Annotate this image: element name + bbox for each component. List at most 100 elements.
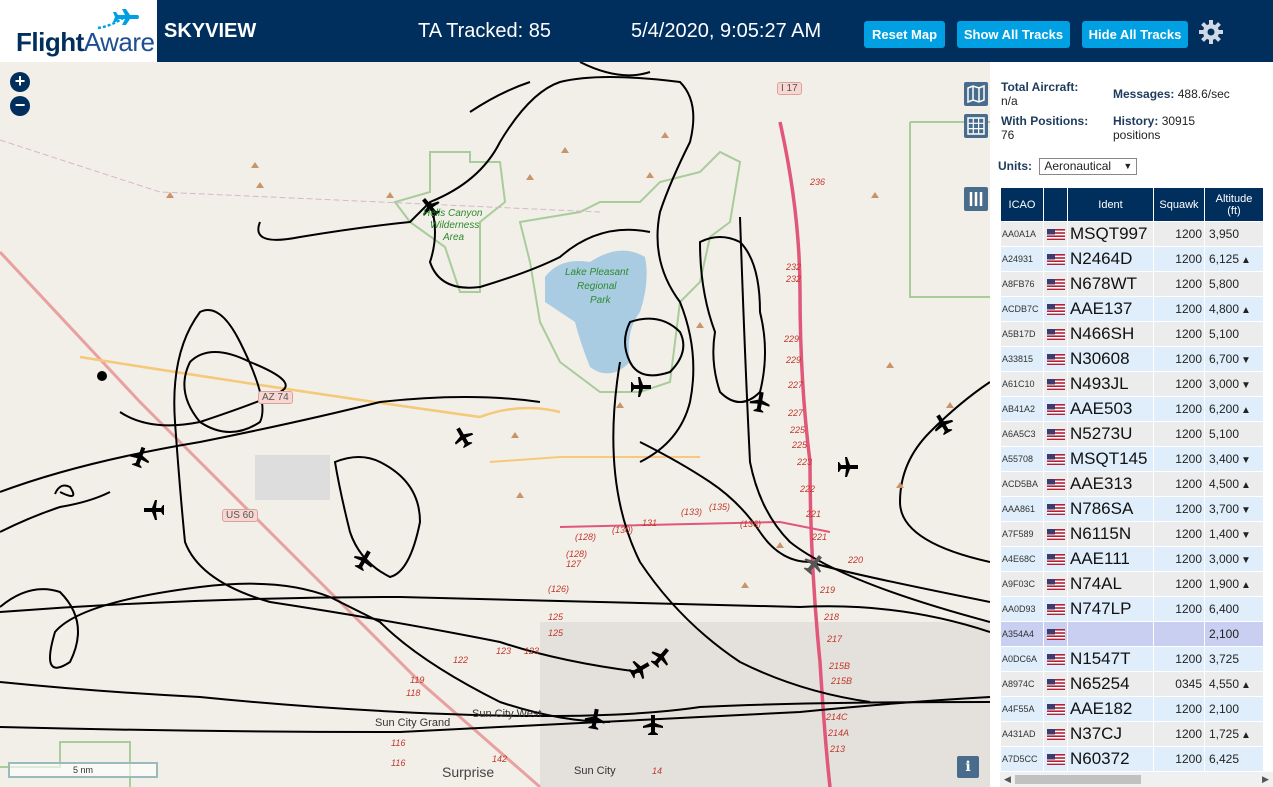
cell-flag — [1043, 346, 1068, 372]
cell-altitude: 5,800 — [1204, 271, 1264, 297]
aircraft-panel: Total Aircraft: n/a With Positions: 76 Mes… — [990, 62, 1273, 787]
cell-ident: N493JL — [1067, 371, 1154, 397]
reset-map-button[interactable]: Reset Map — [864, 21, 945, 48]
table-row[interactable]: AB41A2 AAE503 1200 6,200 ▲ — [1000, 396, 1264, 422]
scroll-left-icon[interactable]: ◀ — [1004, 772, 1011, 787]
units-select[interactable]: Aeronautical ▼ — [1039, 158, 1138, 175]
cell-icao: AA0A1A — [1000, 221, 1044, 247]
scroll-thumb[interactable] — [1015, 775, 1141, 784]
table-row[interactable]: ACD5BA AAE313 1200 4,500 ▲ — [1000, 471, 1264, 497]
table-row[interactable]: A61C10 N493JL 1200 3,000 ▼ — [1000, 371, 1264, 397]
info-button[interactable]: i — [957, 756, 979, 778]
altitude-trend-icon: ▲ — [1241, 405, 1251, 416]
table-row[interactable]: A431AD N37CJ 1200 1,725 ▲ — [1000, 721, 1264, 747]
column-altitude[interactable]: Altitude (ft) — [1204, 187, 1264, 222]
zoom-out-button[interactable]: − — [10, 96, 30, 116]
road-number: 116 — [391, 758, 406, 768]
cell-ident: MSQT997 — [1067, 221, 1154, 247]
table-row[interactable]: ACDB7C AAE137 1200 4,800 ▲ — [1000, 296, 1264, 322]
cell-altitude: 3,700 ▼ — [1204, 496, 1264, 522]
road-number: (128) — [575, 532, 597, 542]
cell-icao: ACDB7C — [1000, 296, 1044, 322]
cell-flag — [1043, 221, 1068, 247]
altitude-trend-icon: ▲ — [1241, 730, 1251, 741]
cell-squawk: 1200 — [1153, 496, 1205, 522]
gear-icon[interactable] — [1198, 19, 1224, 45]
us-flag-icon — [1046, 254, 1065, 266]
cell-squawk: 1200 — [1153, 696, 1205, 722]
scroll-right-icon[interactable]: ▶ — [1262, 772, 1269, 787]
cell-squawk: 1200 — [1153, 646, 1205, 672]
clock: 5/4/2020, 9:05:27 AM — [631, 20, 822, 42]
cell-ident: N60372 — [1067, 746, 1154, 772]
cell-flag — [1043, 721, 1068, 747]
table-row[interactable]: A7F589 N6115N 1200 1,400 ▼ — [1000, 521, 1264, 547]
table-row[interactable]: A24931 N2464D 1200 6,125 ▲ — [1000, 246, 1264, 272]
road-number: (130) — [612, 525, 634, 535]
column-squawk[interactable]: Squawk — [1153, 187, 1205, 222]
cell-flag — [1043, 471, 1068, 497]
table-row[interactable]: AA0D93 N747LP 1200 6,400 — [1000, 596, 1264, 622]
i17-shield: I 17 — [777, 82, 802, 95]
cell-flag — [1043, 296, 1068, 322]
road-number: 14 — [652, 766, 663, 776]
road-number: 222 — [800, 484, 816, 494]
road-number: 131 — [642, 518, 658, 528]
altitude-trend-icon: ▲ — [1241, 305, 1251, 316]
road-number: 225 — [792, 440, 808, 450]
flightaware-logo[interactable]: FlightAware — [0, 0, 157, 62]
hide-all-tracks-button[interactable]: Hide All Tracks — [1082, 21, 1188, 48]
table-row[interactable]: A6A5C3 N5273U 1200 5,100 — [1000, 421, 1264, 447]
altitude-trend-icon: ▼ — [1241, 455, 1251, 466]
column-icao[interactable]: ICAO — [1000, 187, 1044, 222]
map-layers-icon[interactable] — [964, 82, 988, 106]
label-regional: Regional — [577, 281, 617, 292]
horizontal-scrollbar[interactable]: ◀ ▶ — [1000, 772, 1273, 787]
grid-icon[interactable] — [964, 114, 988, 138]
road-number: (135) — [709, 502, 731, 512]
cell-icao: A5B17D — [1000, 321, 1044, 347]
cell-altitude: 4,500 ▲ — [1204, 471, 1264, 497]
table-row[interactable]: A7D5CC N60372 1200 6,425 — [1000, 746, 1264, 772]
cell-icao: A8FB76 — [1000, 271, 1044, 297]
table-row[interactable]: A0DC6A N1547T 1200 3,725 — [1000, 646, 1264, 672]
road-number: 119 — [410, 675, 425, 685]
boundary-line — [0, 139, 601, 213]
cell-ident: N30608 — [1067, 346, 1154, 372]
road-number: 223 — [797, 457, 813, 467]
cell-squawk: 1200 — [1153, 471, 1205, 497]
label-wilderness: Wilderness — [430, 220, 480, 231]
table-row[interactable]: A33815 N30608 1200 6,700 ▼ — [1000, 346, 1264, 372]
table-row[interactable]: A8974C N65254 0345 4,550 ▲ — [1000, 671, 1264, 697]
table-row[interactable]: A9F03C N74AL 1200 1,900 ▲ — [1000, 571, 1264, 597]
us-flag-icon — [1046, 554, 1065, 566]
table-row[interactable]: AA0A1A MSQT997 1200 3,950 — [1000, 221, 1264, 247]
map-canvas[interactable]: + − Sun City Grand Sun City West Sun Cit… — [0, 62, 990, 787]
cell-ident: AAE503 — [1067, 396, 1154, 422]
column-ident[interactable]: Ident — [1067, 187, 1154, 222]
cell-flag — [1043, 396, 1068, 422]
table-row[interactable]: AAA861 N786SA 1200 3,700 ▼ — [1000, 496, 1264, 522]
cell-altitude: 6,425 — [1204, 746, 1264, 772]
table-header-row: ICAO Ident Squawk Altitude (ft) — [1000, 187, 1264, 222]
table-row[interactable]: A55708 MSQT145 1200 3,400 ▼ — [1000, 446, 1264, 472]
show-all-tracks-button[interactable]: Show All Tracks — [957, 21, 1070, 48]
table-row[interactable]: A4E68C AAE111 1200 3,000 ▼ — [1000, 546, 1264, 572]
cell-flag — [1043, 546, 1068, 572]
us-flag-icon — [1046, 604, 1065, 616]
cell-icao: AA0D93 — [1000, 596, 1044, 622]
us-flag-icon — [1046, 504, 1065, 516]
cell-altitude: 6,700 ▼ — [1204, 346, 1264, 372]
columns-icon[interactable] — [964, 187, 988, 211]
cell-icao: A4F55A — [1000, 696, 1044, 722]
us-flag-icon — [1046, 579, 1065, 591]
table-row[interactable]: A8FB76 N678WT 1200 5,800 — [1000, 271, 1264, 297]
road-number: 123 — [496, 646, 512, 656]
airport-marker[interactable] — [97, 371, 107, 381]
zoom-in-button[interactable]: + — [10, 72, 30, 92]
table-row[interactable]: A354A4 2,100 — [1000, 621, 1264, 647]
table-row[interactable]: A4F55A AAE182 1200 2,100 — [1000, 696, 1264, 722]
units-row: Units: Aeronautical ▼ — [998, 158, 1138, 175]
table-row[interactable]: A5B17D N466SH 1200 5,100 — [1000, 321, 1264, 347]
label-sun-city-west: Sun City West — [472, 708, 542, 720]
